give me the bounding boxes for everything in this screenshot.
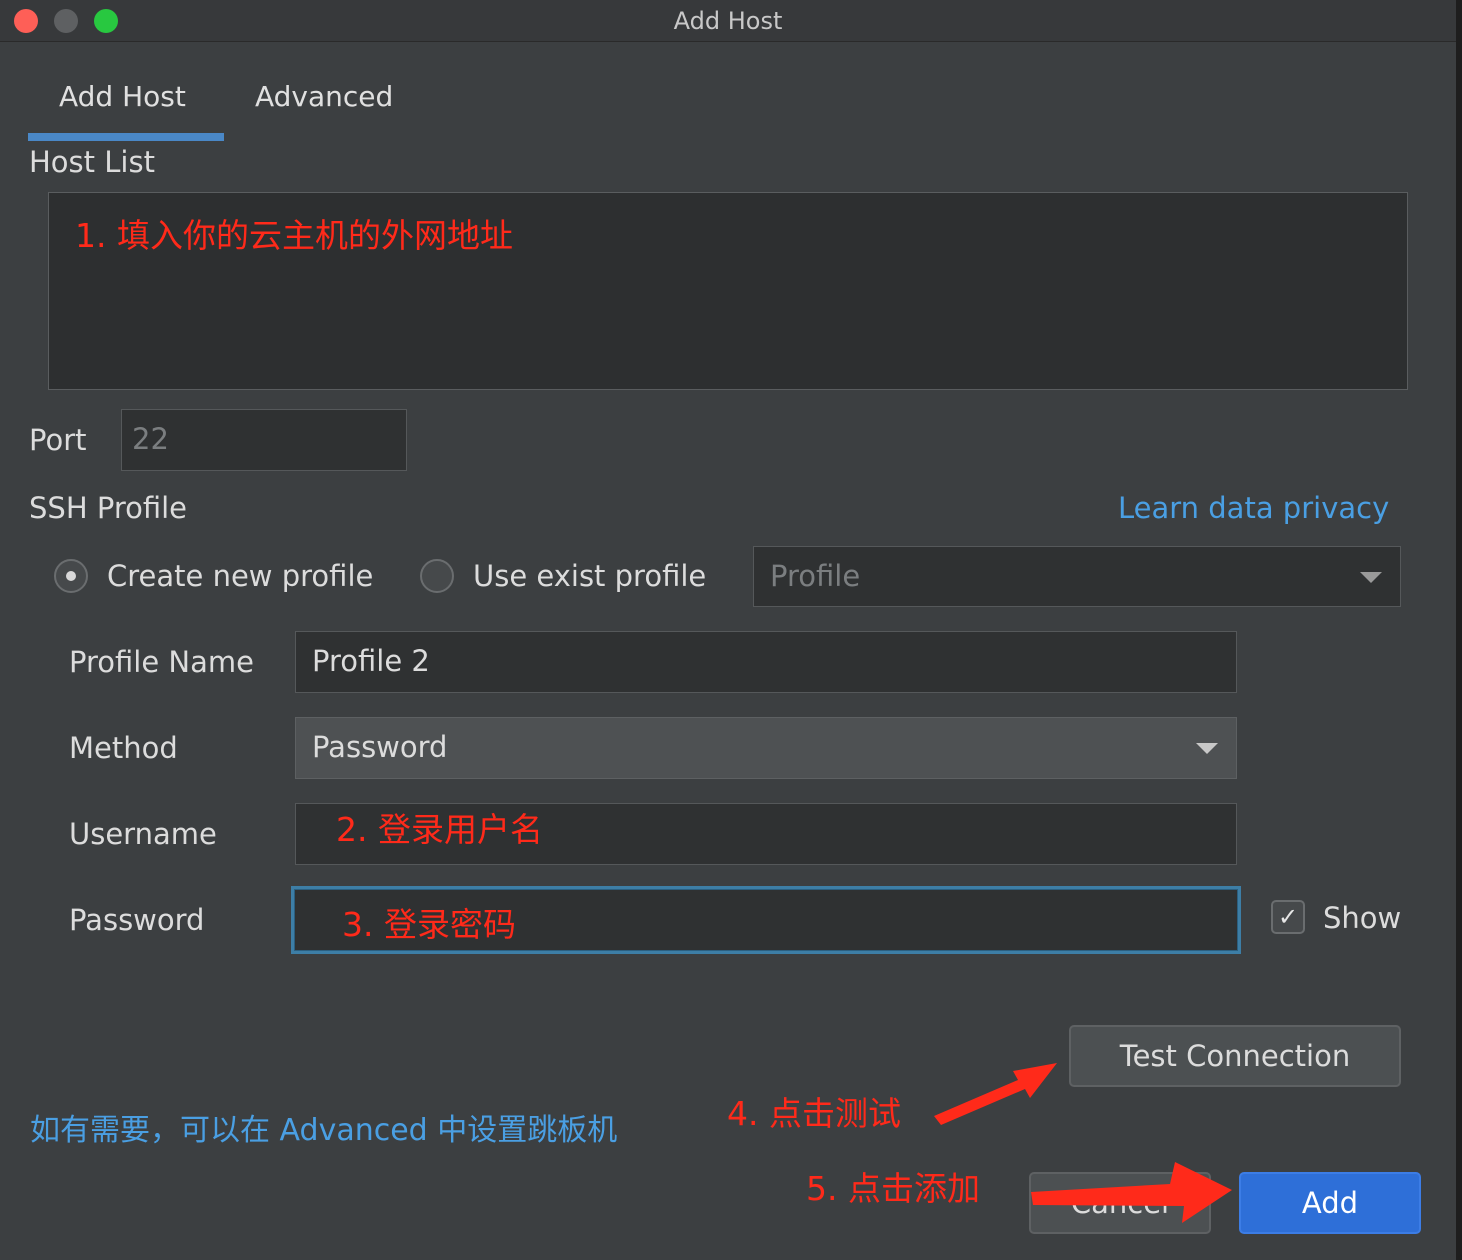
arrow-to-add-button (1031, 1162, 1232, 1223)
annotation-arrows (934, 1063, 1232, 1223)
arrow-to-test-connection (934, 1063, 1057, 1125)
